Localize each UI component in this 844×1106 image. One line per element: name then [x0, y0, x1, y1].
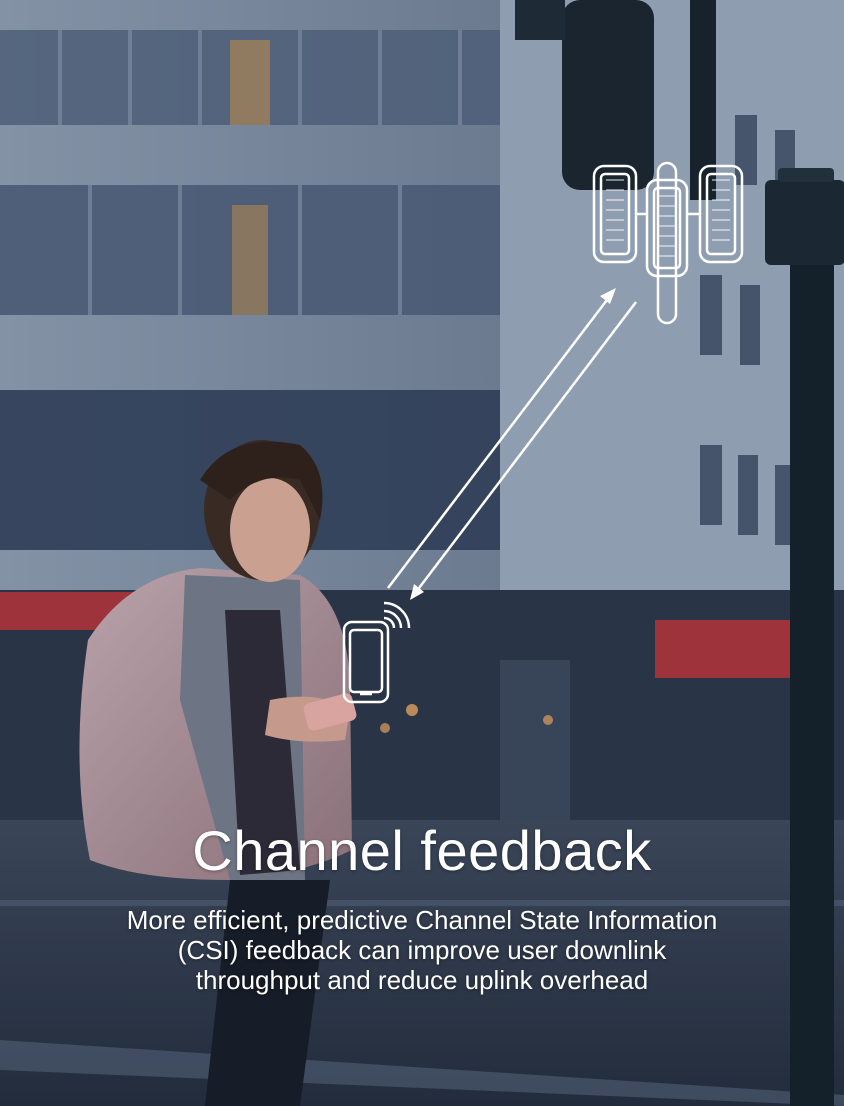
wifi-signal-icon [383, 601, 411, 629]
cell-tower-antenna-icon [592, 161, 744, 325]
slide-description: More efficient, predictive Channel State… [126, 905, 718, 995]
slide-title: Channel feedback [192, 819, 652, 882]
smartphone-icon [342, 620, 390, 704]
bidirectional-arrows-icon [387, 288, 637, 600]
background-photo: Channel feedback More efficient, predict… [0, 0, 844, 1106]
